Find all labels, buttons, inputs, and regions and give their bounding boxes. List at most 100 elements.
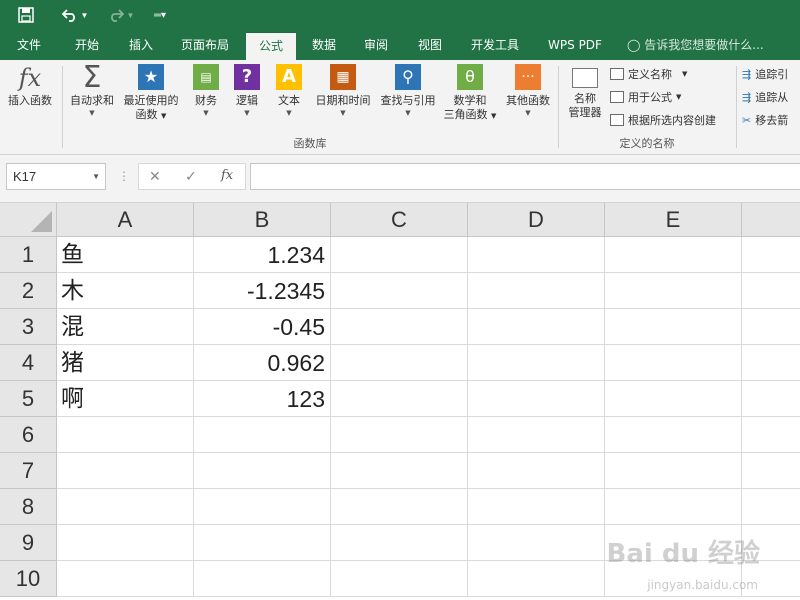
cell-b1[interactable]: 1.234 — [194, 237, 331, 273]
math-trig-button[interactable]: θ 数学和 三角函数 ▼ — [440, 64, 500, 123]
cell-d8[interactable] — [468, 489, 605, 525]
lookup-button[interactable]: ⚲ 查找与引用 ▼ — [376, 64, 440, 118]
enter-icon[interactable]: ✓ — [185, 168, 197, 185]
cell-a2[interactable]: 木 — [57, 273, 194, 309]
create-from-selection-button[interactable]: 根据所选内容创建 — [610, 112, 716, 128]
cell-c2[interactable] — [331, 273, 468, 309]
cell-b2[interactable]: -1.2345 — [194, 273, 331, 309]
cell-d2[interactable] — [468, 273, 605, 309]
remove-arrows-button[interactable]: ✂ 移去箭 — [742, 112, 788, 128]
tell-me-search[interactable]: ◯ 告诉我您想要做什么... — [627, 32, 764, 60]
cell-d5[interactable] — [468, 381, 605, 417]
tab-page-layout[interactable]: 页面布局 — [172, 32, 238, 60]
cell-f6[interactable] — [742, 417, 800, 453]
name-box[interactable]: K17 ▼ — [6, 163, 106, 190]
cell-a3[interactable]: 混 — [57, 309, 194, 345]
row-header[interactable]: 7 — [0, 453, 57, 489]
tab-file[interactable]: 文件 — [6, 32, 52, 60]
row-header[interactable]: 1 — [0, 237, 57, 273]
tab-view[interactable]: 视图 — [408, 32, 452, 60]
recently-used-button[interactable]: ★ 最近使用的 函数 ▼ — [120, 64, 182, 123]
formula-input[interactable] — [250, 163, 800, 190]
tab-formulas[interactable]: 公式 — [246, 32, 296, 60]
cell-f3[interactable] — [742, 309, 800, 345]
cell-c6[interactable] — [331, 417, 468, 453]
tab-developer[interactable]: 开发工具 — [462, 32, 528, 60]
cell-e4[interactable] — [605, 345, 742, 381]
tab-insert[interactable]: 插入 — [118, 32, 164, 60]
cell-a8[interactable] — [57, 489, 194, 525]
cell-c10[interactable] — [331, 561, 468, 597]
row-header[interactable]: 9 — [0, 525, 57, 561]
cell-b9[interactable] — [194, 525, 331, 561]
cell-d7[interactable] — [468, 453, 605, 489]
use-in-formula-button[interactable]: 用于公式 ▼ — [610, 89, 681, 105]
chevron-down-icon[interactable]: ▼ — [92, 164, 100, 189]
insert-function-icon[interactable]: fx — [221, 168, 233, 183]
row-header[interactable]: 2 — [0, 273, 57, 309]
row-header[interactable]: 10 — [0, 561, 57, 597]
cell-b4[interactable]: 0.962 — [194, 345, 331, 381]
cell-d1[interactable] — [468, 237, 605, 273]
cell-b6[interactable] — [194, 417, 331, 453]
financial-button[interactable]: ▤ 财务 ▼ — [186, 64, 226, 118]
column-header-e[interactable]: E — [605, 203, 742, 237]
cell-e2[interactable] — [605, 273, 742, 309]
cell-d9[interactable] — [468, 525, 605, 561]
row-header[interactable]: 4 — [0, 345, 57, 381]
column-header-d[interactable]: D — [468, 203, 605, 237]
row-header[interactable]: 3 — [0, 309, 57, 345]
cell-e7[interactable] — [605, 453, 742, 489]
trace-precedents-button[interactable]: ⇶ 追踪引 — [742, 66, 788, 82]
row-header[interactable]: 8 — [0, 489, 57, 525]
cell-f7[interactable] — [742, 453, 800, 489]
more-functions-button[interactable]: ··· 其他函数 ▼ — [502, 64, 554, 118]
cell-e1[interactable] — [605, 237, 742, 273]
cell-a7[interactable] — [57, 453, 194, 489]
trace-dependents-button[interactable]: ⇶ 追踪从 — [742, 89, 788, 105]
cell-c3[interactable] — [331, 309, 468, 345]
cell-a9[interactable] — [57, 525, 194, 561]
tab-wps-pdf[interactable]: WPS PDF — [540, 32, 610, 60]
cell-a6[interactable] — [57, 417, 194, 453]
cell-d6[interactable] — [468, 417, 605, 453]
cell-f5[interactable] — [742, 381, 800, 417]
tab-home[interactable]: 开始 — [64, 32, 110, 60]
autosum-button[interactable]: Σ 自动求和 ▼ — [64, 63, 120, 118]
redo-icon[interactable]: ▼ — [104, 4, 138, 26]
cell-e5[interactable] — [605, 381, 742, 417]
drag-handle[interactable]: ⋮ — [118, 169, 130, 183]
column-header-b[interactable]: B — [194, 203, 331, 237]
cell-a5[interactable]: 啊 — [57, 381, 194, 417]
cell-e8[interactable] — [605, 489, 742, 525]
cell-e6[interactable] — [605, 417, 742, 453]
cancel-icon[interactable]: ✕ — [149, 168, 161, 185]
cell-a4[interactable]: 猪 — [57, 345, 194, 381]
cell-f1[interactable] — [742, 237, 800, 273]
cell-a1[interactable]: 鱼 — [57, 237, 194, 273]
cell-d10[interactable] — [468, 561, 605, 597]
cell-c8[interactable] — [331, 489, 468, 525]
row-header[interactable]: 6 — [0, 417, 57, 453]
cell-e3[interactable] — [605, 309, 742, 345]
cell-c1[interactable] — [331, 237, 468, 273]
column-header-c[interactable]: C — [331, 203, 468, 237]
cell-a10[interactable] — [57, 561, 194, 597]
logical-button[interactable]: ? 逻辑 ▼ — [228, 64, 266, 118]
cell-c4[interactable] — [331, 345, 468, 381]
text-functions-button[interactable]: A 文本 ▼ — [270, 64, 308, 118]
tab-data[interactable]: 数据 — [302, 32, 346, 60]
cell-f2[interactable] — [742, 273, 800, 309]
customize-qat-icon[interactable]: ═▾ — [152, 4, 168, 26]
row-header[interactable]: 5 — [0, 381, 57, 417]
cell-d3[interactable] — [468, 309, 605, 345]
cell-b3[interactable]: -0.45 — [194, 309, 331, 345]
cell-d4[interactable] — [468, 345, 605, 381]
column-header-a[interactable]: A — [57, 203, 194, 237]
datetime-button[interactable]: ▦ 日期和时间 ▼ — [310, 64, 376, 118]
cell-c5[interactable] — [331, 381, 468, 417]
cell-b10[interactable] — [194, 561, 331, 597]
save-icon[interactable] — [14, 4, 38, 26]
tab-review[interactable]: 审阅 — [354, 32, 398, 60]
cell-c7[interactable] — [331, 453, 468, 489]
